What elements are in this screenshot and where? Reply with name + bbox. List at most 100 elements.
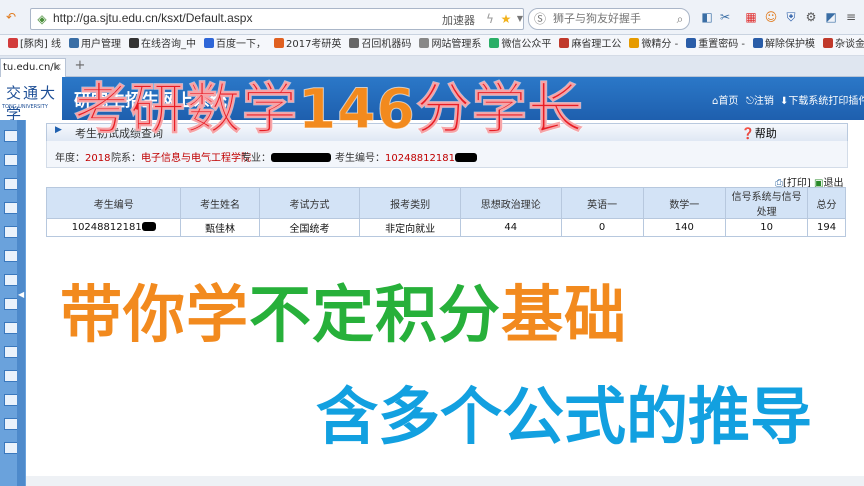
- home-link[interactable]: ⌂首页: [712, 92, 738, 107]
- column-header: 考试方式: [258, 187, 361, 219]
- bookmark-icon: [686, 38, 697, 48]
- back-icon[interactable]: ↶: [4, 10, 18, 24]
- year-field: 年度：2018: [55, 153, 111, 164]
- browser-toolbar: ↶ ◈ http://ga.sjtu.edu.cn/ksxt/Default.a…: [0, 0, 864, 35]
- bookmark-item[interactable]: 杂谈金庸: [823, 35, 864, 55]
- overlay-caption: 含多个公式的推导: [316, 380, 813, 453]
- redaction-mark: [455, 153, 477, 162]
- new-tab-button[interactable]: +: [72, 59, 88, 73]
- bookmark-label: 召回机器码: [361, 39, 412, 50]
- table-cell: 194: [807, 218, 846, 237]
- dropdown-icon[interactable]: ▼: [513, 12, 527, 26]
- bookmark-icon: [753, 38, 764, 48]
- table-cell: 10248812181: [45, 218, 182, 237]
- menu-icon[interactable]: ≡: [844, 10, 858, 24]
- table-cell: 44: [459, 218, 562, 237]
- cut-icon[interactable]: ✂: [718, 10, 732, 24]
- table-row: 10248812181 甄佳林 全国统考 非定向就业 44 0 140 10 194: [45, 218, 846, 237]
- table-cell: 非定向就业: [359, 218, 461, 237]
- search-engine-icon: Ⓢ: [533, 12, 546, 26]
- table-cell: 140: [642, 218, 727, 237]
- bookmark-item[interactable]: 在线咨询_中: [128, 35, 196, 55]
- accelerator-label[interactable]: 加速器: [442, 12, 475, 28]
- table-header-row: 考生编号 考生姓名 考试方式 报考类别 思想政治理论 英语一 数学一 信号系统与信号处理 总分: [45, 187, 846, 219]
- bookmark-icon: [8, 38, 18, 48]
- shield-icon[interactable]: ⛨: [784, 10, 798, 24]
- dept-field: 院系：电子信息与电气工程学院: [111, 153, 251, 164]
- bookmark-panel-icon[interactable]: ◧: [700, 10, 714, 24]
- column-header: 信号系统与信号处理: [725, 187, 809, 219]
- overlay-subtitle: 带你学不定积分基础: [60, 284, 627, 346]
- bookmark-item[interactable]: 解除保护模: [753, 35, 815, 55]
- help-label: 帮助: [754, 127, 777, 140]
- bookmark-label: 微信公众平: [501, 39, 552, 50]
- bookmark-icon: [128, 38, 139, 48]
- bookmark-icon: [489, 38, 500, 48]
- bookmark-item[interactable]: 百度一下，: [203, 35, 266, 55]
- bookmark-icon: [203, 38, 214, 48]
- lightning-icon[interactable]: ϟ: [483, 12, 497, 26]
- bookmark-label: 2017考研英: [285, 39, 342, 50]
- bookmark-item[interactable]: 微精分 -: [629, 35, 678, 55]
- horizontal-scrollbar[interactable]: [26, 476, 864, 486]
- column-header: 思想政治理论: [459, 187, 562, 219]
- bookmark-label: 麻省理工公: [571, 39, 622, 50]
- extension-icon[interactable]: ◩: [824, 10, 838, 24]
- candidate-info: 年度：2018 院系：电子信息与电气工程学院 专业： 考生编号：10248812…: [46, 141, 848, 168]
- user-icon[interactable]: ☺: [764, 10, 778, 24]
- column-header: 考生姓名: [180, 187, 260, 219]
- close-tab-icon[interactable]: ×: [54, 59, 62, 76]
- subtitle-part-a: 带你学: [60, 278, 250, 351]
- bookmark-item[interactable]: 2017考研英: [273, 35, 342, 55]
- download-plugin-link[interactable]: ⬇下载系统打印插件: [780, 92, 864, 107]
- table-body: 10248812181 甄佳林 全国统考 非定向就业 44 0 140 10 194: [45, 218, 846, 237]
- star-icon[interactable]: ★: [499, 12, 513, 26]
- logo-en: TONG UNIVERSITY: [2, 104, 48, 110]
- bookmark-icon: [419, 38, 430, 48]
- overlay-headline: 考研数学146分学长: [73, 81, 584, 137]
- column-header: 报考类别: [359, 187, 461, 219]
- help-button[interactable]: ❓帮助: [741, 125, 777, 141]
- search-icon[interactable]: ⌕: [673, 12, 687, 26]
- table-cell: 全国统考: [258, 218, 361, 237]
- university-logo[interactable]: 交通大学 TONG UNIVERSITY: [0, 77, 62, 123]
- address-bar[interactable]: ◈ http://ga.sjtu.edu.cn/ksxt/Default.asp…: [30, 8, 524, 30]
- search-input[interactable]: [551, 11, 685, 26]
- score-table: 考生编号 考生姓名 考试方式 报考类别 思想政治理论 英语一 数学一 信号系统与信号处理 总分 …: [45, 187, 846, 237]
- table-cell: 0: [560, 218, 644, 237]
- exam-id-field: 考生编号：10248812181: [335, 149, 477, 164]
- column-header: 数学一: [642, 187, 727, 219]
- column-header: 考生编号: [45, 187, 182, 219]
- bookmark-icon: [823, 38, 834, 48]
- logo-cn: 交通大学: [6, 84, 58, 123]
- headline-part-a: 考研数学: [73, 77, 299, 141]
- bookmark-item[interactable]: 召回机器码: [349, 35, 411, 55]
- frame-splitter[interactable]: [17, 120, 25, 486]
- logout-link[interactable]: ⎋注销: [746, 92, 774, 107]
- bookmark-item[interactable]: [豚肉] 线: [8, 35, 61, 55]
- download-label: 下载系统打印插件: [788, 96, 864, 107]
- bookmark-label: 用户管理: [80, 39, 121, 50]
- settings-icon[interactable]: ⚙: [804, 10, 818, 24]
- redaction-mark: [271, 153, 331, 162]
- logout-label: 注销: [753, 96, 774, 107]
- collapse-arrow-icon[interactable]: ◀: [18, 290, 24, 299]
- major-field: 专业：: [241, 149, 331, 164]
- bookmark-item[interactable]: 网站管理系: [419, 35, 481, 55]
- security-shield-icon: ◈: [37, 12, 47, 26]
- column-header: 英语一: [560, 187, 644, 219]
- search-box[interactable]: Ⓢ ⌕: [528, 8, 690, 30]
- bookmark-icon: [629, 38, 640, 48]
- url-text: http://ga.sjtu.edu.cn/ksxt/Default.aspx: [53, 11, 253, 25]
- subtitle-part-c: 基础: [501, 278, 628, 351]
- bookmark-item[interactable]: 重置密码 -: [686, 35, 745, 55]
- bookmark-item[interactable]: 麻省理工公: [559, 35, 621, 55]
- bookmark-icon: [349, 38, 360, 48]
- tab-active[interactable]: tu.edu.cn/k ×: [0, 58, 66, 77]
- help-icon: ❓: [741, 127, 755, 140]
- bookmark-item[interactable]: 用户管理: [68, 35, 121, 55]
- table-cell: 甄佳林: [180, 218, 260, 237]
- grid-icon[interactable]: ▦: [744, 10, 758, 24]
- bookmark-icon: [273, 38, 284, 48]
- bookmark-item[interactable]: 微信公众平: [489, 35, 551, 55]
